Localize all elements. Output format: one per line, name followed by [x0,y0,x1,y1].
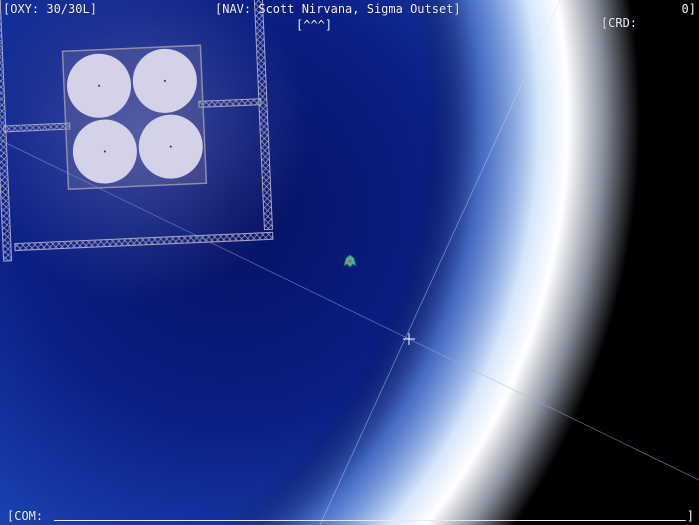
nav-readout: [NAV: Scott Nirvana, Sigma Outset] [215,2,461,16]
com-label: [COM: [7,509,44,523]
credits-readout: [CRD: 0] [572,2,696,58]
space-scene[interactable] [0,0,699,525]
game-viewport[interactable]: [OXY: 30/30L] [NAV: Scott Nirvana, Sigma… [0,0,699,525]
com-input[interactable] [54,520,686,521]
com-close-bracket: ] [686,509,694,523]
tank-module[interactable] [61,44,208,190]
heading-indicator: [^^^] [296,18,333,32]
credits-value: 0] [681,2,696,16]
player-ship-cockpit [348,259,352,263]
credits-label: [CRD: [600,16,638,30]
oxygen-readout: [OXY: 30/30L] [3,2,97,16]
